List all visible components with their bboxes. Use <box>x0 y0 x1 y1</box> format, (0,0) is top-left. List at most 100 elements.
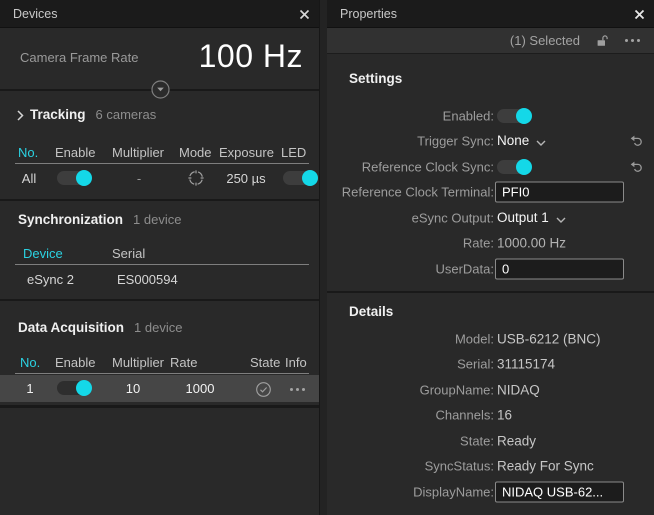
details-title: Details <box>349 304 393 319</box>
panel-splitter[interactable] <box>320 0 327 515</box>
model-row: Model: USB-6212 (BNC) <box>327 326 654 351</box>
esync-output-label: eSync Output: <box>335 210 494 225</box>
selection-count-label: (1) Selected <box>510 33 580 48</box>
chevron-down-icon <box>556 210 566 228</box>
daq-row-rate: 1000 <box>186 381 215 396</box>
model-value: USB-6212 (BNC) <box>497 331 601 346</box>
daq-row-no: 1 <box>26 381 33 396</box>
col-header-device: Device <box>23 246 63 261</box>
devices-titlebar: Devices <box>0 0 319 28</box>
reference-clock-sync-label: Reference Clock Sync: <box>335 159 494 174</box>
tracking-row-exposure: 250 µs <box>226 171 265 186</box>
settings-title: Settings <box>349 71 402 86</box>
reference-clock-terminal-row: Reference Clock Terminal: <box>327 179 654 204</box>
col-header-no: No. <box>20 355 40 370</box>
more-icon[interactable] <box>625 39 640 43</box>
serial-value: 31115174 <box>497 356 555 371</box>
more-icon[interactable] <box>288 387 306 391</box>
displayname-label: DisplayName: <box>335 484 494 499</box>
daq-enable-toggle[interactable] <box>57 381 91 395</box>
properties-titlebar: Properties <box>327 0 654 28</box>
esync-output-dropdown[interactable]: Output 1 <box>497 208 566 228</box>
chevron-down-icon <box>536 133 546 151</box>
col-header-multiplier: Multiplier <box>112 355 164 370</box>
trigger-sync-label: Trigger Sync: <box>335 133 494 148</box>
col-header-led: LED <box>281 145 306 160</box>
check-circle-icon <box>254 380 272 398</box>
col-header-enable: Enable <box>55 355 95 370</box>
col-header-rate: Rate <box>170 355 197 370</box>
esync-output-row: eSync Output: Output 1 <box>327 205 654 230</box>
tracking-section-header[interactable]: Tracking 6 cameras <box>30 107 156 122</box>
serial-row: Serial: 31115174 <box>327 351 654 376</box>
mode-icon[interactable] <box>187 169 205 187</box>
rate-row: Rate: 1000.00 Hz <box>327 230 654 255</box>
serial-label: Serial: <box>335 356 494 371</box>
reset-to-default-icon[interactable] <box>628 159 643 174</box>
syncstatus-row: SyncStatus: Ready For Sync <box>327 453 654 478</box>
enabled-toggle[interactable] <box>497 109 531 123</box>
userdata-row: UserData: <box>327 256 654 281</box>
state-label: State: <box>335 433 494 448</box>
close-icon[interactable] <box>296 6 312 22</box>
model-label: Model: <box>335 331 494 346</box>
tracking-enable-toggle[interactable] <box>57 171 91 185</box>
led-toggle[interactable] <box>283 171 317 185</box>
syncstatus-value: Ready For Sync <box>497 458 594 473</box>
synchronization-count: 1 device <box>133 212 181 227</box>
syncstatus-label: SyncStatus: <box>335 458 494 473</box>
displayname-input[interactable] <box>495 481 624 502</box>
sync-row-device: eSync 2 <box>27 272 74 287</box>
col-header-info: Info <box>285 355 307 370</box>
state-value: Ready <box>497 433 536 448</box>
unlock-icon[interactable] <box>596 34 609 47</box>
col-header-no: No. <box>18 145 38 160</box>
camera-frame-rate-value: 100 Hz <box>199 38 303 75</box>
reference-clock-terminal-input[interactable] <box>495 181 624 202</box>
app-window: Devices Camera Frame Rate 100 Hz Trackin… <box>0 0 654 515</box>
camera-frame-rate-label: Camera Frame Rate <box>20 50 138 65</box>
data-acquisition-title: Data Acquisition <box>18 320 124 335</box>
settings-section-header: Settings <box>349 71 402 86</box>
groupname-value: NIDAQ <box>497 382 540 397</box>
reference-clock-terminal-label: Reference Clock Terminal: <box>335 184 494 199</box>
sync-row-serial: ES000594 <box>117 272 178 287</box>
channels-row: Channels: 16 <box>327 402 654 427</box>
reset-to-default-icon[interactable] <box>628 133 643 148</box>
channels-value: 16 <box>497 407 512 422</box>
tracking-title: Tracking <box>30 107 86 122</box>
tracking-count: 6 cameras <box>96 107 157 122</box>
daq-row-selected[interactable]: 1 10 1000 <box>0 375 319 402</box>
col-header-state: State <box>250 355 280 370</box>
col-header-mode: Mode <box>179 145 212 160</box>
groupname-row: GroupName: NIDAQ <box>327 377 654 402</box>
col-header-serial: Serial <box>112 246 145 261</box>
esync-output-value: Output 1 <box>497 210 549 225</box>
col-header-multiplier: Multiplier <box>112 145 164 160</box>
tracking-row-no: All <box>22 171 36 186</box>
data-acquisition-section-header[interactable]: Data Acquisition1 device <box>18 320 182 335</box>
trigger-sync-dropdown[interactable]: None <box>497 131 546 151</box>
state-row: State: Ready <box>327 428 654 453</box>
channels-label: Channels: <box>335 407 494 422</box>
chevron-right-icon <box>17 109 24 124</box>
properties-toolbar: (1) Selected <box>327 28 654 54</box>
col-header-exposure: Exposure <box>219 145 274 160</box>
frame-rate-expander-button[interactable] <box>151 80 170 99</box>
rate-value: 1000.00 Hz <box>497 235 566 250</box>
groupname-label: GroupName: <box>335 382 494 397</box>
userdata-input[interactable] <box>495 258 624 279</box>
reference-clock-sync-toggle[interactable] <box>497 160 531 174</box>
details-section-header: Details <box>349 304 393 319</box>
reference-clock-sync-row: Reference Clock Sync: <box>327 154 654 179</box>
synchronization-section-header[interactable]: Synchronization1 device <box>18 212 181 227</box>
devices-panel: Devices Camera Frame Rate 100 Hz Trackin… <box>0 0 320 515</box>
enabled-label: Enabled: <box>335 108 494 123</box>
close-icon[interactable] <box>631 6 647 22</box>
trigger-sync-row: Trigger Sync: None <box>327 128 654 153</box>
rate-label: Rate: <box>335 235 494 250</box>
userdata-label: UserData: <box>335 261 494 276</box>
trigger-sync-value: None <box>497 133 529 148</box>
daq-row-multiplier: 10 <box>126 381 140 396</box>
displayname-row: DisplayName: <box>327 479 654 504</box>
